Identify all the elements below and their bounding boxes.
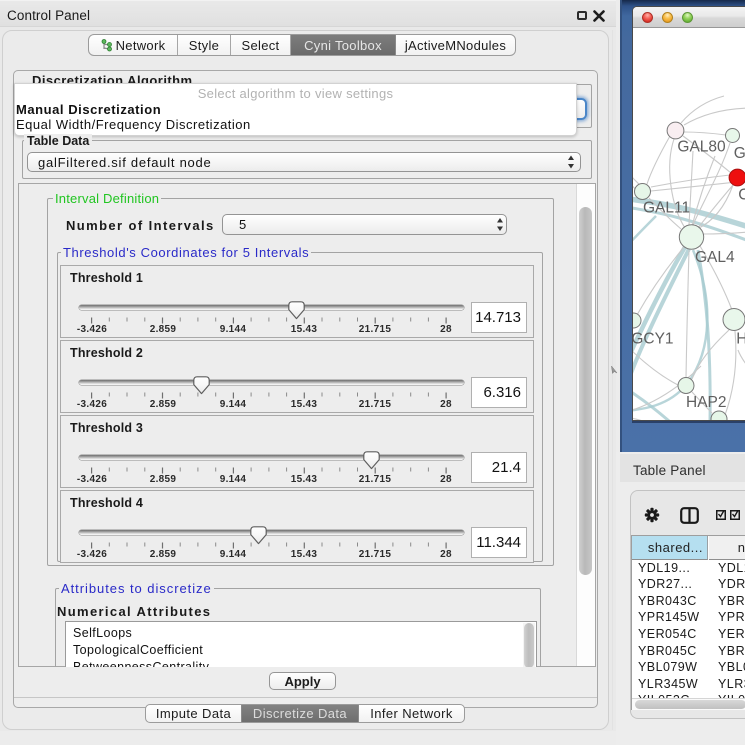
svg-text:HAP2: HAP2 (686, 394, 727, 411)
svg-text:GAL4: GAL4 (695, 249, 735, 266)
svg-text:GCY1: GCY1 (633, 331, 674, 348)
svg-text:HA: HA (736, 331, 745, 348)
svg-text:CD: CD (738, 187, 745, 204)
svg-text:GAL80: GAL80 (677, 139, 726, 156)
svg-text:GAL11: GAL11 (643, 199, 690, 216)
svg-text:GA: GA (734, 145, 745, 162)
